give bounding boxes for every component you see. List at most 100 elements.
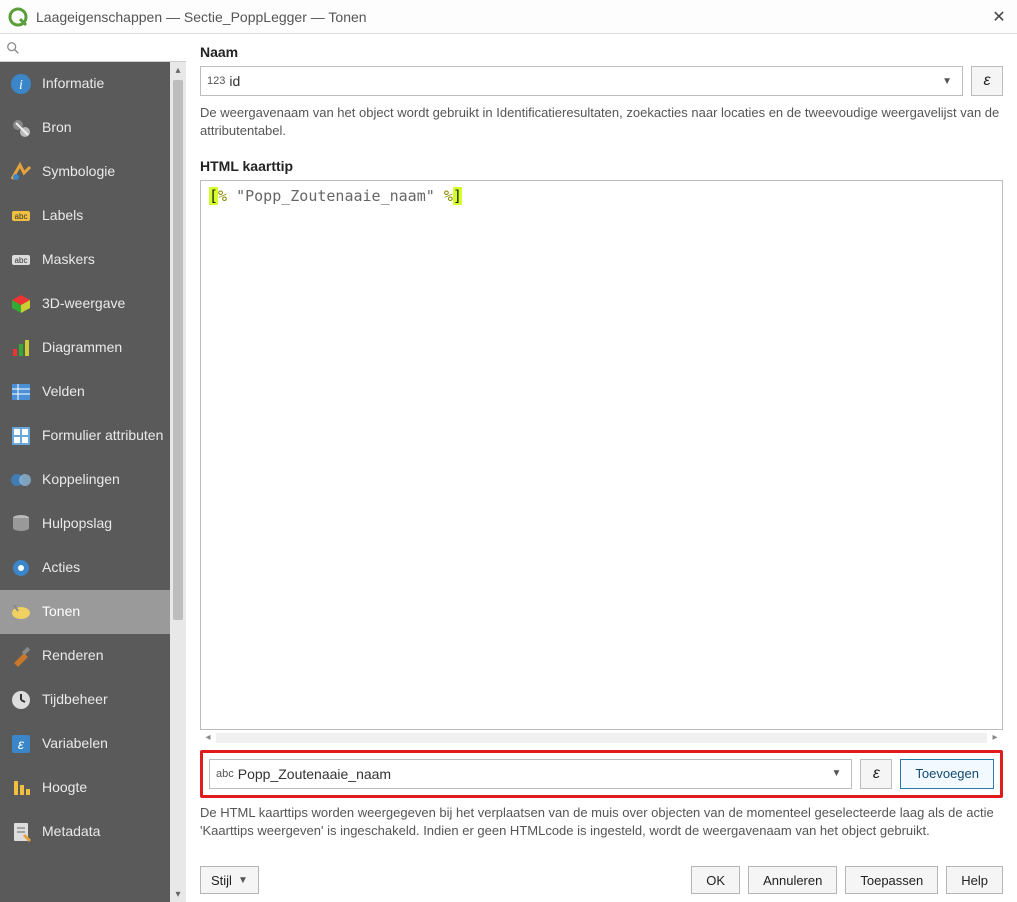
svg-text:abc: abc bbox=[15, 212, 28, 221]
help-button[interactable]: Help bbox=[946, 866, 1003, 894]
diagram-icon bbox=[10, 337, 32, 359]
sidebar-item-tonen[interactable]: Tonen bbox=[0, 590, 186, 634]
ok-button[interactable]: OK bbox=[691, 866, 740, 894]
info-icon: i bbox=[10, 73, 32, 95]
sidebar-item-hoogte[interactable]: Hoogte bbox=[0, 766, 186, 810]
brush-icon bbox=[10, 645, 32, 667]
sidebar-item-koppelingen[interactable]: Koppelingen bbox=[0, 458, 186, 502]
sidebar-item-label: Metadata bbox=[42, 824, 100, 839]
html-tip-section-label: HTML kaarttip bbox=[200, 158, 1003, 174]
source-icon bbox=[10, 117, 32, 139]
svg-text:abc: abc bbox=[15, 256, 28, 265]
chevron-down-icon: ▼ bbox=[827, 768, 845, 779]
sidebar-item-label: Symbologie bbox=[42, 164, 115, 179]
join-icon bbox=[10, 469, 32, 491]
sidebar-scrollbar[interactable]: ▴ ▾ bbox=[170, 62, 186, 902]
html-maptip-editor[interactable]: [% "Popp_Zoutenaaie_naam" %] bbox=[200, 180, 1003, 729]
sidebar-item-label: Velden bbox=[42, 384, 85, 399]
form-icon bbox=[10, 425, 32, 447]
gear-icon bbox=[10, 557, 32, 579]
sidebar-search-input[interactable] bbox=[24, 39, 204, 56]
sidebar-item-labels[interactable]: abc Labels bbox=[0, 194, 186, 238]
display-icon bbox=[10, 601, 32, 623]
naam-section-label: Naam bbox=[200, 44, 1003, 60]
scroll-track[interactable] bbox=[216, 733, 987, 743]
close-icon[interactable]: ✕ bbox=[989, 7, 1009, 27]
sidebar-item-label: Diagrammen bbox=[42, 340, 122, 355]
scroll-thumb[interactable] bbox=[173, 80, 183, 620]
sidebar-item-label: Tijdbeheer bbox=[42, 692, 108, 707]
scroll-right-icon[interactable]: ▸ bbox=[987, 732, 1003, 743]
insert-field-value: Popp_Zoutenaaie_naam bbox=[238, 766, 828, 782]
sidebar-item-symbologie[interactable]: Symbologie bbox=[0, 150, 186, 194]
svg-text:ε: ε bbox=[18, 736, 25, 752]
apply-button[interactable]: Toepassen bbox=[845, 866, 938, 894]
sidebar-item-label: Hoogte bbox=[42, 780, 87, 795]
fields-icon bbox=[10, 381, 32, 403]
sidebar-item-variabelen[interactable]: ε Variabelen bbox=[0, 722, 186, 766]
chevron-down-icon: ▼ bbox=[938, 76, 956, 87]
epsilon-icon: ε bbox=[873, 765, 880, 783]
insert-button-label: Toevoegen bbox=[915, 766, 979, 781]
cube-icon bbox=[10, 293, 32, 315]
search-icon bbox=[6, 41, 20, 55]
sidebar-search[interactable] bbox=[0, 34, 186, 62]
insert-expression-button[interactable]: ε bbox=[860, 759, 892, 789]
sidebar-item-label: Formulier attributen bbox=[42, 428, 163, 443]
naam-help-text: De weergavenaam van het object wordt geb… bbox=[200, 104, 1003, 140]
html-tip-help-text: De HTML kaarttips worden weergegeven bij… bbox=[200, 804, 1003, 840]
field-type-prefix: abc bbox=[216, 768, 234, 780]
clock-icon bbox=[10, 689, 32, 711]
symbology-icon bbox=[10, 161, 32, 183]
masks-icon: abc bbox=[10, 249, 32, 271]
insert-button[interactable]: Toevoegen bbox=[900, 759, 994, 789]
metadata-icon bbox=[10, 821, 32, 843]
sidebar-item-formulier[interactable]: Formulier attributen bbox=[0, 414, 186, 458]
scroll-up-icon[interactable]: ▴ bbox=[170, 62, 186, 78]
sidebar-item-maskers[interactable]: abc Maskers bbox=[0, 238, 186, 282]
sidebar-item-label: Koppelingen bbox=[42, 472, 120, 487]
chevron-down-icon: ▼ bbox=[238, 875, 248, 886]
style-button-label: Stijl bbox=[211, 873, 232, 888]
sidebar-item-label: Maskers bbox=[42, 252, 95, 267]
editor-horizontal-scrollbar[interactable]: ◂ ▸ bbox=[200, 730, 1003, 746]
style-menu-button[interactable]: Stijl ▼ bbox=[200, 866, 259, 894]
sidebar-item-3d[interactable]: 3D-weergave bbox=[0, 282, 186, 326]
cancel-button[interactable]: Annuleren bbox=[748, 866, 837, 894]
insert-field-combo[interactable]: abc Popp_Zoutenaaie_naam ▼ bbox=[209, 759, 852, 789]
window-title: Laageigenschappen — Sectie_PoppLegger — … bbox=[36, 9, 989, 25]
labels-icon: abc bbox=[10, 205, 32, 227]
sidebar-item-label: Tonen bbox=[42, 604, 80, 619]
sidebar-item-label: Informatie bbox=[42, 76, 104, 91]
sidebar-item-label: Variabelen bbox=[42, 736, 108, 751]
qgis-logo-icon bbox=[8, 7, 28, 27]
display-name-field-value: id bbox=[229, 73, 938, 89]
epsilon-icon: ε bbox=[983, 72, 990, 90]
sidebar-item-informatie[interactable]: i Informatie bbox=[0, 62, 186, 106]
insert-field-row: abc Popp_Zoutenaaie_naam ▼ ε Toevoegen bbox=[200, 750, 1003, 798]
sidebar-item-velden[interactable]: Velden bbox=[0, 370, 186, 414]
sidebar-item-hulpopslag[interactable]: Hulpopslag bbox=[0, 502, 186, 546]
scroll-down-icon[interactable]: ▾ bbox=[170, 886, 186, 902]
sidebar-item-tijdbeheer[interactable]: Tijdbeheer bbox=[0, 678, 186, 722]
elevation-icon bbox=[10, 777, 32, 799]
expression-button[interactable]: ε bbox=[971, 66, 1003, 96]
sidebar-nav: i Informatie Bron Symbologie abc bbox=[0, 62, 186, 902]
sidebar-item-bron[interactable]: Bron bbox=[0, 106, 186, 150]
sidebar-item-label: 3D-weergave bbox=[42, 296, 125, 311]
sidebar-item-label: Hulpopslag bbox=[42, 516, 112, 531]
sidebar-item-acties[interactable]: Acties bbox=[0, 546, 186, 590]
storage-icon bbox=[10, 513, 32, 535]
sidebar-item-label: Labels bbox=[42, 208, 83, 223]
epsilon-icon: ε bbox=[10, 733, 32, 755]
scroll-left-icon[interactable]: ◂ bbox=[200, 732, 216, 743]
display-name-field-combo[interactable]: 123 id ▼ bbox=[200, 66, 963, 96]
sidebar-item-diagrammen[interactable]: Diagrammen bbox=[0, 326, 186, 370]
sidebar-item-metadata[interactable]: Metadata bbox=[0, 810, 186, 854]
sidebar-item-renderen[interactable]: Renderen bbox=[0, 634, 186, 678]
sidebar-item-label: Renderen bbox=[42, 648, 104, 663]
sidebar-item-label: Acties bbox=[42, 560, 80, 575]
field-type-prefix: 123 bbox=[207, 75, 225, 87]
svg-text:i: i bbox=[19, 78, 23, 93]
sidebar-item-label: Bron bbox=[42, 120, 72, 135]
